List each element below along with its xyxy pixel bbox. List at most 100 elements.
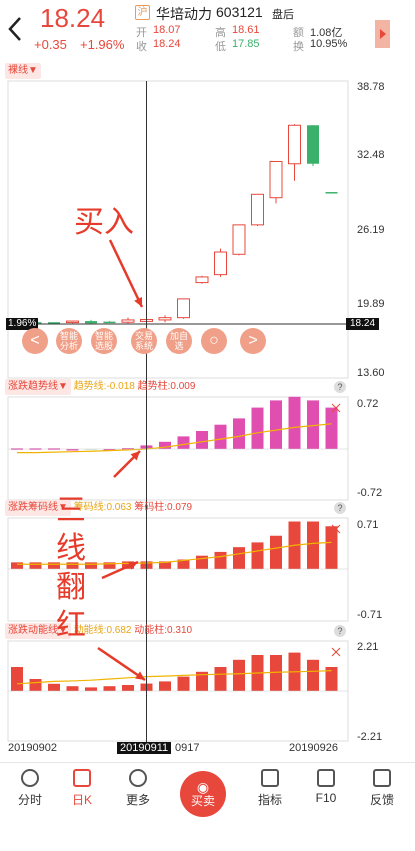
indicator-bar: [29, 679, 42, 691]
annotation-char: 红: [56, 608, 86, 643]
indicator-bar-value: 筹码柱:0.079: [134, 502, 193, 513]
nav-item-f10[interactable]: F10: [296, 763, 356, 813]
indicator-line: [17, 423, 332, 454]
indicator-bar: [29, 562, 42, 569]
indicator-bar: [11, 667, 23, 691]
indicator-line: [16, 670, 332, 685]
nav-label: 指标: [257, 793, 282, 807]
indicator-bar: [251, 407, 264, 449]
trade-label: 买卖: [190, 794, 215, 808]
nav-item-indicator[interactable]: 指标: [240, 763, 300, 813]
help-icon[interactable]: ?: [334, 502, 346, 514]
candle: [66, 320, 79, 324]
indicator-bar: [233, 418, 245, 449]
clock-icon: [21, 769, 39, 787]
price-axis-label: 13.60: [357, 367, 385, 379]
date-mid-label: 0917: [175, 742, 200, 754]
indicator-bar: [159, 681, 171, 691]
price-axis-label: 19.89: [357, 298, 385, 310]
help-icon[interactable]: ?: [334, 625, 346, 637]
indicator-axis-bottom: -0.71: [357, 609, 383, 621]
indicator-bar: [214, 551, 227, 569]
annotation-char: 翻: [56, 570, 86, 605]
indicator-bar: [270, 535, 282, 569]
indicator-axis-top: 0.72: [357, 398, 379, 410]
next-button[interactable]: >: [240, 328, 266, 354]
indicator-axis-bottom: -2.21: [357, 731, 383, 743]
nav-label: 日K: [71, 793, 92, 807]
indicator-bar: [233, 659, 245, 691]
indicator-bar: [85, 687, 97, 691]
indicator-bar: [122, 685, 134, 691]
help-icon[interactable]: ?: [334, 381, 346, 393]
indicator-bar: [85, 562, 97, 569]
indicator-bar-value: 趋势柱:0.009: [137, 381, 196, 392]
f10-icon: [317, 769, 335, 787]
nav-item-more[interactable]: 更多: [108, 763, 168, 813]
price-axis-label: 26.19: [357, 224, 385, 236]
indicator-bar: [288, 396, 301, 449]
date-end-label: 20190926: [289, 742, 338, 754]
candle: [307, 125, 319, 164]
kline-icon: [73, 769, 91, 787]
indicator-line-value: 趋势线:-0.018: [73, 381, 135, 392]
indicator-bar: [177, 676, 190, 691]
smart-select-button[interactable]: 智能选股: [91, 328, 117, 354]
chart-style-select[interactable]: 裸线▼: [5, 63, 41, 79]
prev-button[interactable]: <: [22, 328, 48, 354]
price-axis-label: 32.48: [357, 149, 385, 161]
indicator-bar: [103, 686, 116, 691]
candle: [158, 317, 172, 321]
candle: [214, 251, 227, 276]
buy-annotation: 买入: [74, 205, 134, 240]
indicator-select[interactable]: 涨跌趋势线▼: [5, 379, 71, 395]
indicator-bar: [48, 683, 60, 691]
candle: [85, 321, 97, 324]
candle: [121, 319, 135, 323]
date-crosshair-label: 20190911: [117, 742, 172, 754]
indicator-bar: [325, 526, 338, 569]
candle: [195, 276, 209, 284]
candle: [251, 193, 264, 226]
nav-item-timeshare[interactable]: 分时: [0, 763, 60, 813]
candle: [269, 160, 283, 199]
nav-label: 分时: [17, 793, 42, 807]
indicator-bar: [307, 659, 319, 691]
trade-button[interactable]: ◉ 买卖: [180, 771, 226, 817]
candle: [288, 124, 301, 165]
indicator-bar: [66, 686, 79, 691]
indicator-header-chip: 涨跌筹码线▼ 筹码线:0.063 筹码柱:0.079: [5, 500, 192, 516]
nav-label: 反馈: [369, 793, 394, 807]
search-icon[interactable]: ○: [201, 328, 227, 354]
more-icon: [129, 769, 147, 787]
indicator-bar: [214, 667, 227, 691]
indicator-axis-top: 0.71: [357, 519, 379, 531]
nav-label: F10: [315, 791, 337, 805]
indicator-bar: [251, 542, 264, 569]
date-start-label: 20190902: [8, 742, 57, 754]
candle: [325, 192, 338, 194]
indicator-bar: [214, 424, 227, 449]
indicator-bar: [307, 521, 319, 569]
candle: [48, 322, 60, 324]
indicator-bar-value: 动能柱:0.310: [134, 625, 193, 636]
annotation-char: 线: [56, 531, 86, 566]
indicator-bar: [11, 562, 23, 569]
nav-item-feedback[interactable]: 反馈: [352, 763, 412, 813]
candle: [232, 224, 246, 255]
annotation-arrow: [108, 239, 144, 308]
indicator-bar: [233, 547, 245, 569]
trade-system-button[interactable]: 交易系统: [131, 328, 157, 354]
indicator-bar: [270, 400, 282, 449]
annotation-char: 三: [56, 493, 86, 528]
nav-item-daily-k[interactable]: 日K: [52, 763, 112, 813]
candle: [103, 321, 116, 324]
indicator-header-momentum: 涨跌动能线▼ 动能线:0.682 动能柱:0.310: [5, 623, 192, 639]
indicator-axis-top: 2.21: [357, 641, 379, 653]
indicator-header-trend: 涨跌趋势线▼ 趋势线:-0.018 趋势柱:0.009: [5, 379, 195, 395]
add-watchlist-button[interactable]: 加自选: [166, 328, 192, 354]
indicator-bar: [177, 436, 190, 449]
smart-analysis-button[interactable]: 智能分析: [56, 328, 82, 354]
indicator-bar: [196, 431, 208, 449]
feedback-icon: [373, 769, 391, 787]
